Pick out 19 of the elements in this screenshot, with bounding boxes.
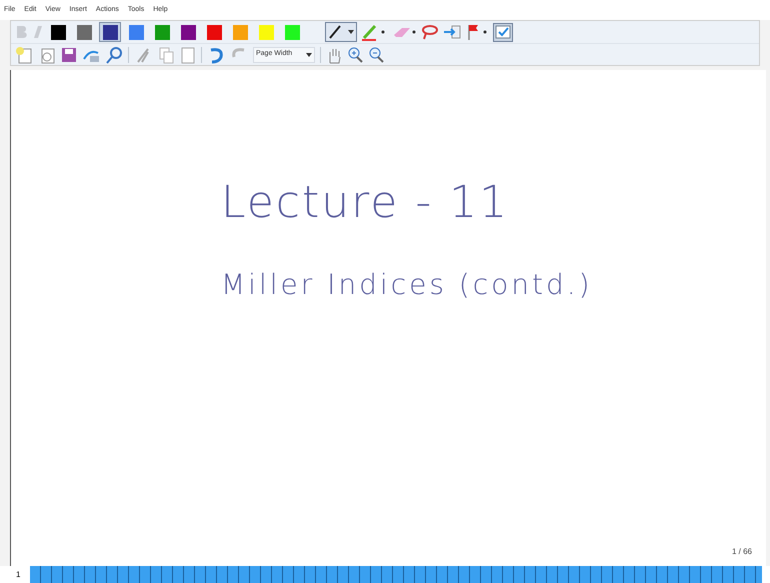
insert-space-icon[interactable] — [443, 23, 461, 41]
page-strip[interactable] — [30, 566, 762, 583]
save-icon[interactable] — [61, 46, 77, 62]
paste-icon[interactable] — [180, 46, 196, 64]
search-icon[interactable] — [105, 46, 123, 64]
caret-icon — [306, 52, 312, 56]
handwritten-note: Miller Indices (contd.) — [221, 267, 593, 303]
copy-icon[interactable] — [157, 46, 175, 64]
highlighter-icon[interactable] — [361, 23, 387, 41]
check-window-icon[interactable] — [493, 22, 513, 42]
zoom-in-icon[interactable] — [347, 46, 363, 64]
pen-color-button[interactable] — [99, 22, 121, 42]
handwritten-note: Lecture - 11 — [221, 176, 510, 230]
lasso-icon[interactable] — [421, 23, 439, 41]
zoom-out-icon[interactable] — [368, 46, 384, 64]
new-page-icon[interactable] — [15, 46, 33, 64]
pen-icon[interactable] — [325, 22, 357, 42]
page-number: 1 — [15, 568, 22, 580]
page-counter: 1 / 66 — [732, 546, 752, 558]
